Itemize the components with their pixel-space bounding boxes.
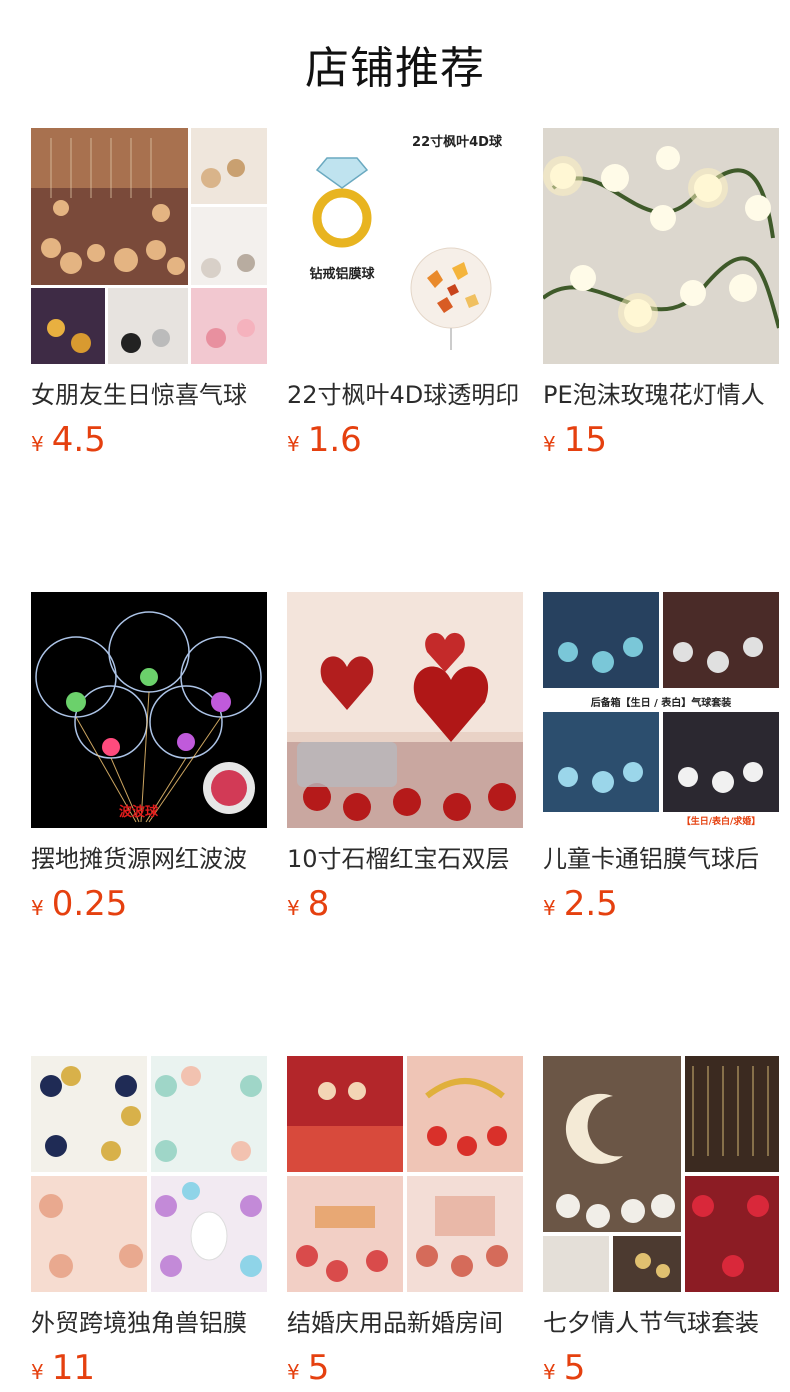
- currency-symbol: ¥: [287, 896, 300, 920]
- product-card[interactable]: 七夕情人节气球套装 ¥ 5: [543, 1056, 779, 1388]
- image-caption-bobo: 波波球: [119, 804, 159, 820]
- product-title[interactable]: 22寸枫叶4D球透明印: [287, 380, 523, 410]
- price-value: 11: [51, 1348, 95, 1388]
- product-price: ¥ 11: [31, 1348, 267, 1388]
- heart-balloons-illustration: [287, 592, 523, 828]
- product-card[interactable]: 后备箱【生日 / 表白】气球套装 【生日/表白/求婚】 儿童卡通铝膜气球后 ¥ …: [543, 592, 779, 924]
- product-image-qixi-balloon-set[interactable]: [543, 1056, 779, 1292]
- price-value: 4.5: [51, 420, 106, 460]
- product-card[interactable]: 外贸跨境独角兽铝膜 ¥ 11: [31, 1056, 267, 1388]
- price-value: 5: [563, 1348, 586, 1388]
- price-value: 2.5: [563, 884, 618, 924]
- balloon-arch-collage-illustration: [31, 1056, 267, 1292]
- product-title[interactable]: 结婚庆用品新婚房间: [287, 1308, 523, 1338]
- product-image-trunk-balloon-set[interactable]: 后备箱【生日 / 表白】气球套装 【生日/表白/求婚】: [543, 592, 779, 828]
- header: 店铺推荐: [0, 0, 790, 128]
- product-card[interactable]: 女朋友生日惊喜气球 ¥ 4.5: [31, 128, 267, 460]
- product-card[interactable]: 22寸枫叶4D球 钻戒铝膜球 22寸枫叶4D球透明印 ¥ 1.6: [287, 128, 523, 460]
- price-value: 1.6: [307, 420, 362, 460]
- product-image-birthday-balloons[interactable]: [31, 128, 267, 364]
- rose-lights-illustration: [543, 128, 779, 364]
- currency-symbol: ¥: [31, 1360, 44, 1384]
- product-price: ¥ 0.25: [31, 884, 267, 924]
- product-title[interactable]: 外贸跨境独角兽铝膜: [31, 1308, 267, 1338]
- product-card[interactable]: PE泡沫玫瑰花灯情人 ¥ 15: [543, 128, 779, 460]
- product-image-bobo-balloons[interactable]: 波波球: [31, 592, 267, 828]
- product-price: ¥ 1.6: [287, 420, 523, 460]
- product-title[interactable]: 儿童卡通铝膜气球后: [543, 844, 779, 874]
- image-caption-ring: 钻戒铝膜球: [309, 266, 375, 282]
- product-price: ¥ 5: [543, 1348, 779, 1388]
- birthday-collage-illustration: [31, 128, 267, 364]
- currency-symbol: ¥: [543, 896, 556, 920]
- product-title[interactable]: 摆地摊货源网红波波: [31, 844, 267, 874]
- image-caption-occasions: 【生日/表白/求婚】: [682, 815, 761, 827]
- price-value: 8: [307, 884, 330, 924]
- product-card[interactable]: 结婚庆用品新婚房间 ¥ 5: [287, 1056, 523, 1388]
- ring-and-maple-balloon-illustration: 22寸枫叶4D球 钻戒铝膜球: [287, 128, 523, 364]
- bobo-balloons-illustration: 波波球: [31, 592, 267, 828]
- price-value: 5: [307, 1348, 330, 1388]
- product-image-wedding-room-decor[interactable]: [287, 1056, 523, 1292]
- product-price: ¥ 5: [287, 1348, 523, 1388]
- image-caption-maple: 22寸枫叶4D球: [412, 134, 503, 150]
- product-image-rose-string-lights[interactable]: [543, 128, 779, 364]
- currency-symbol: ¥: [287, 1360, 300, 1384]
- product-title[interactable]: 10寸石榴红宝石双层: [287, 844, 523, 874]
- image-caption-trunk: 后备箱【生日 / 表白】气球套装: [591, 696, 732, 709]
- store-recommendations-page: 店铺推荐 女朋友生日惊喜气球 ¥ 4.5 22寸枫叶4D球 钻戒铝膜球 22寸枫…: [0, 0, 790, 1388]
- valentine-room-collage-illustration: [543, 1056, 779, 1292]
- product-card[interactable]: 10寸石榴红宝石双层 ¥ 8: [287, 592, 523, 924]
- currency-symbol: ¥: [31, 896, 44, 920]
- product-price: ¥ 8: [287, 884, 523, 924]
- currency-symbol: ¥: [31, 432, 44, 456]
- product-price: ¥ 2.5: [543, 884, 779, 924]
- currency-symbol: ¥: [287, 432, 300, 456]
- product-card[interactable]: 波波球 摆地摊货源网红波波 ¥ 0.25: [31, 592, 267, 924]
- currency-symbol: ¥: [543, 432, 556, 456]
- product-title[interactable]: 七夕情人节气球套装: [543, 1308, 779, 1338]
- product-grid: 女朋友生日惊喜气球 ¥ 4.5 22寸枫叶4D球 钻戒铝膜球 22寸枫叶4D球透…: [31, 128, 781, 1388]
- product-title[interactable]: 女朋友生日惊喜气球: [31, 380, 267, 410]
- page-title: 店铺推荐: [305, 43, 485, 94]
- product-title[interactable]: PE泡沫玫瑰花灯情人: [543, 380, 779, 410]
- price-value: 15: [563, 420, 607, 460]
- currency-symbol: ¥: [543, 1360, 556, 1384]
- product-image-unicorn-foil-balloons[interactable]: [31, 1056, 267, 1292]
- trunk-balloons-illustration: 后备箱【生日 / 表白】气球套装 【生日/表白/求婚】: [543, 592, 779, 828]
- product-image-maple-4d-balloon[interactable]: 22寸枫叶4D球 钻戒铝膜球: [287, 128, 523, 364]
- product-image-heart-balloons[interactable]: [287, 592, 523, 828]
- product-price: ¥ 15: [543, 420, 779, 460]
- price-value: 0.25: [51, 884, 128, 924]
- wedding-room-collage-illustration: [287, 1056, 523, 1292]
- product-price: ¥ 4.5: [31, 420, 267, 460]
